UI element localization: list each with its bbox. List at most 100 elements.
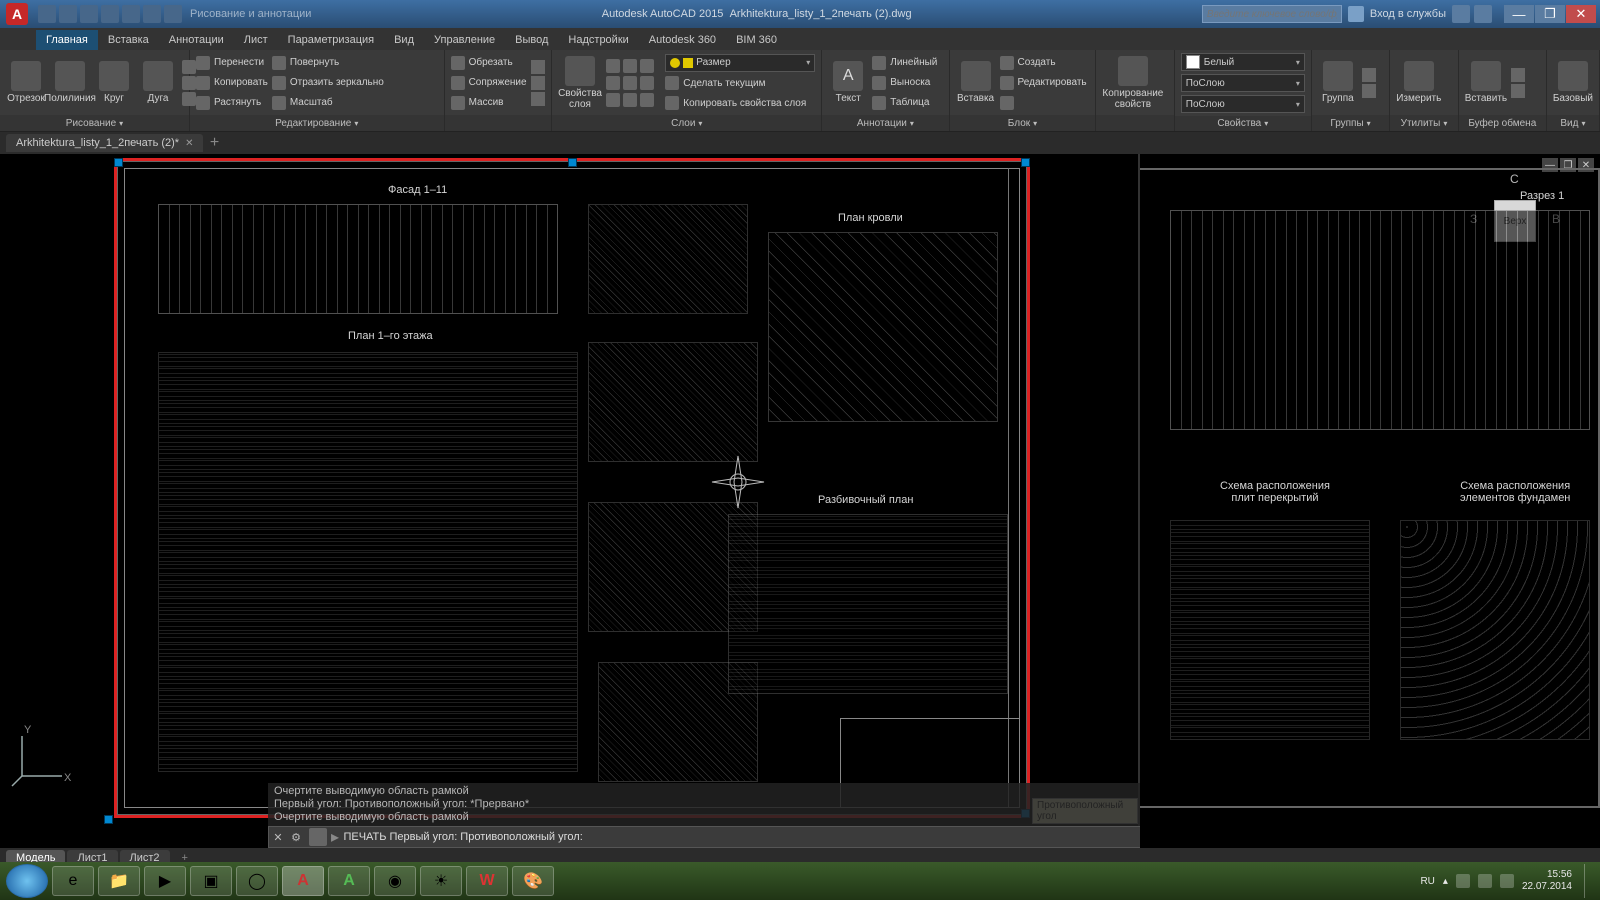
make-current-button[interactable]: Сделать текущим: [665, 75, 815, 92]
taskbar-wmp-icon[interactable]: ▶: [144, 866, 186, 896]
taskbar-app-icon[interactable]: W: [466, 866, 508, 896]
signin-icon[interactable]: [1348, 6, 1364, 22]
modify-extra-icon[interactable]: [531, 92, 545, 106]
show-desktop-button[interactable]: [1584, 864, 1594, 898]
taskbar-app-icon[interactable]: A: [328, 866, 370, 896]
rotate-button[interactable]: Повернуть: [272, 54, 384, 71]
insert-block-button[interactable]: Вставка: [956, 61, 996, 104]
layer-props-button[interactable]: Свойства слоя: [558, 56, 602, 110]
text-button[interactable]: AТекст: [828, 61, 868, 104]
stretch-button[interactable]: Растянуть: [196, 94, 268, 111]
taskbar-autocad-icon[interactable]: A: [282, 866, 324, 896]
line-button[interactable]: Отрезок: [6, 61, 46, 104]
cmdline-close-icon[interactable]: ✕: [269, 828, 287, 846]
qat-new-icon[interactable]: [38, 5, 56, 23]
create-block-button[interactable]: Создать: [1000, 54, 1087, 71]
qat-plot-icon[interactable]: [122, 5, 140, 23]
viewport-left[interactable]: Фасад 1–11 План 1–го этажа План кровли Р…: [0, 154, 1140, 848]
move-button[interactable]: Перенести: [196, 54, 268, 71]
modify-extra-icon[interactable]: [531, 76, 545, 90]
block-extra-button[interactable]: [1000, 94, 1087, 111]
group-extra-icon[interactable]: [1362, 68, 1376, 82]
base-view-button[interactable]: Базовый: [1553, 61, 1593, 104]
fillet-button[interactable]: Сопряжение: [451, 74, 527, 91]
qat-saveas-icon[interactable]: [101, 5, 119, 23]
cmdline-options-icon[interactable]: ⚙: [287, 828, 305, 846]
close-tab-icon[interactable]: ✕: [185, 138, 193, 149]
taskbar-app-icon[interactable]: ◉: [374, 866, 416, 896]
quick-access-toolbar[interactable]: [38, 5, 182, 23]
mirror-button[interactable]: Отразить зеркально: [272, 74, 384, 91]
new-tab-button[interactable]: +: [205, 134, 223, 152]
ucs-icon: Y X: [10, 728, 70, 788]
circle-button[interactable]: Круг: [94, 61, 134, 104]
start-button[interactable]: [6, 864, 48, 898]
tab-bim360[interactable]: BIM 360: [726, 30, 787, 50]
tab-addins[interactable]: Надстройки: [558, 30, 638, 50]
linetype-dropdown[interactable]: ПоСлою: [1181, 95, 1305, 113]
drawing-area[interactable]: Фасад 1–11 План 1–го этажа План кровли Р…: [0, 154, 1600, 848]
table-button[interactable]: Таблица: [872, 94, 937, 111]
taskbar-chrome-icon[interactable]: ◯: [236, 866, 278, 896]
modify-extra-icon[interactable]: [531, 60, 545, 74]
minimize-button[interactable]: —: [1504, 5, 1534, 23]
tray-flag-icon[interactable]: [1456, 874, 1470, 888]
tab-parametric[interactable]: Параметризация: [278, 30, 384, 50]
group-button[interactable]: Группа: [1318, 61, 1358, 104]
taskbar-explorer-icon[interactable]: 📁: [98, 866, 140, 896]
tray-clock[interactable]: 15:5622.07.2014: [1522, 869, 1572, 893]
tab-a360[interactable]: Autodesk 360: [639, 30, 726, 50]
qat-save-icon[interactable]: [80, 5, 98, 23]
paste-button[interactable]: Вставить: [1465, 61, 1507, 104]
scale-button[interactable]: Масштаб: [272, 94, 384, 111]
restore-button[interactable]: ❐: [1535, 5, 1565, 23]
viewport-right[interactable]: — ❐ ✕ С В З Верх Разрез 1 Схема располож…: [1140, 154, 1600, 848]
clip-extra-icon[interactable]: [1511, 84, 1525, 98]
taskbar-app-icon[interactable]: ☀: [420, 866, 462, 896]
close-button[interactable]: ✕: [1566, 5, 1596, 23]
copy-layer-props-button[interactable]: Копировать свойства слоя: [665, 95, 815, 112]
tab-manage[interactable]: Управление: [424, 30, 505, 50]
leader-button[interactable]: Выноска: [872, 74, 937, 91]
exchange-icon[interactable]: [1452, 5, 1470, 23]
taskbar-ie-icon[interactable]: e: [52, 866, 94, 896]
measure-button[interactable]: Измерить: [1396, 61, 1441, 104]
polyline-button[interactable]: Полилиния: [50, 61, 90, 104]
help-icon[interactable]: [1474, 5, 1492, 23]
taskbar-app-icon[interactable]: ▣: [190, 866, 232, 896]
edit-block-button[interactable]: Редактировать: [1000, 74, 1087, 91]
tab-annotate[interactable]: Аннотации: [159, 30, 234, 50]
tray-lang[interactable]: RU: [1420, 876, 1434, 887]
tray-arrow-icon[interactable]: ▴: [1443, 876, 1448, 887]
tray-volume-icon[interactable]: [1500, 874, 1514, 888]
help-search-input[interactable]: [1202, 5, 1342, 23]
trim-button[interactable]: Обрезать: [451, 54, 527, 71]
dim-linear-button[interactable]: Линейный: [872, 54, 937, 71]
file-tab[interactable]: Arkhitektura_listy_1_2печать (2)*✕: [6, 134, 203, 152]
match-props-button[interactable]: Копирование свойств: [1102, 56, 1163, 110]
arc-button[interactable]: Дуга: [138, 61, 178, 104]
qat-open-icon[interactable]: [59, 5, 77, 23]
tab-insert[interactable]: Вставка: [98, 30, 159, 50]
lineweight-dropdown[interactable]: ПоСлою: [1181, 74, 1305, 92]
tab-home[interactable]: Главная: [36, 30, 98, 50]
tab-layout[interactable]: Лист: [234, 30, 278, 50]
array-button[interactable]: Массив: [451, 94, 527, 111]
clip-extra-icon[interactable]: [1511, 68, 1525, 82]
color-dropdown[interactable]: Белый: [1181, 53, 1305, 71]
group-extra-icon[interactable]: [1362, 84, 1376, 98]
tab-view[interactable]: Вид: [384, 30, 424, 50]
workspace-label[interactable]: Рисование и аннотации: [190, 8, 311, 20]
cmdline-prompt-icon: [309, 828, 327, 846]
windows-taskbar: e 📁 ▶ ▣ ◯ A A ◉ ☀ W 🎨 RU ▴ 15:5622.07.20…: [0, 862, 1600, 900]
signin-button[interactable]: Вход в службы: [1370, 8, 1446, 20]
taskbar-paint-icon[interactable]: 🎨: [512, 866, 554, 896]
layer-state-icons[interactable]: [606, 59, 661, 107]
tray-network-icon[interactable]: [1478, 874, 1492, 888]
app-icon[interactable]: A: [6, 3, 28, 25]
qat-undo-icon[interactable]: [143, 5, 161, 23]
layer-dropdown[interactable]: Размер: [665, 54, 815, 72]
tab-output[interactable]: Вывод: [505, 30, 558, 50]
qat-redo-icon[interactable]: [164, 5, 182, 23]
copy-button[interactable]: Копировать: [196, 74, 268, 91]
